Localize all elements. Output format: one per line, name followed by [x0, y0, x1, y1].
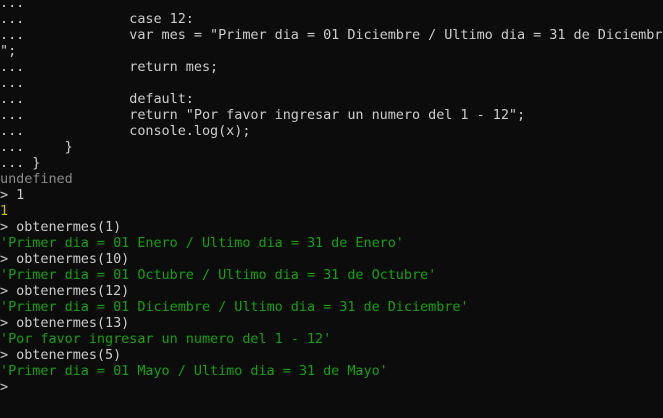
output-string: 'Primer dia = 01 Mayo / Ultimo dia = 31 … — [0, 363, 388, 379]
output-undefined: undefined — [0, 171, 73, 187]
code-line-return-default: ... return "Por favor ingresar un numero… — [0, 107, 526, 123]
prompt-input-line: > obtenermes(1) — [0, 219, 122, 235]
prompt-input-line: > obtenermes(10) — [0, 251, 130, 267]
output-string: 'Primer dia = 01 Octubre / Ultimo dia = … — [0, 267, 437, 283]
output-string: 'Por favor ingresar un numero del 1 - 12… — [0, 331, 332, 347]
code-line-close-switch: ... } — [0, 139, 73, 155]
terminal-window[interactable]: ... ... case 12: ... var mes = "Primer d… — [0, 0, 663, 418]
active-prompt[interactable]: > — [0, 379, 663, 395]
code-line-default: ... default: — [0, 91, 194, 107]
code-line-return-mes: ... return mes; — [0, 59, 219, 75]
output-number: 1 — [0, 203, 9, 219]
output-string: 'Primer dia = 01 Diciembre / Ultimo dia … — [0, 299, 469, 315]
code-line-console-log: ... console.log(x); — [0, 123, 251, 139]
prompt-input-line: > 1 — [0, 187, 25, 203]
prompt-input-line: > obtenermes(13) — [0, 315, 130, 331]
code-line-wrap-end: "; — [0, 43, 17, 59]
continuation-line: ... — [0, 0, 25, 11]
code-line-close-function: ... } — [0, 155, 41, 171]
code-line-case-12: ... case 12: — [0, 11, 194, 27]
prompt-input-line: > obtenermes(5) — [0, 347, 122, 363]
continuation-line: ... — [0, 75, 25, 91]
code-line-var-mes: ... var mes = "Primer dia = 01 Diciembre… — [0, 27, 663, 43]
prompt-input-line: > obtenermes(12) — [0, 283, 130, 299]
output-string: 'Primer dia = 01 Enero / Ultimo dia = 31… — [0, 235, 404, 251]
